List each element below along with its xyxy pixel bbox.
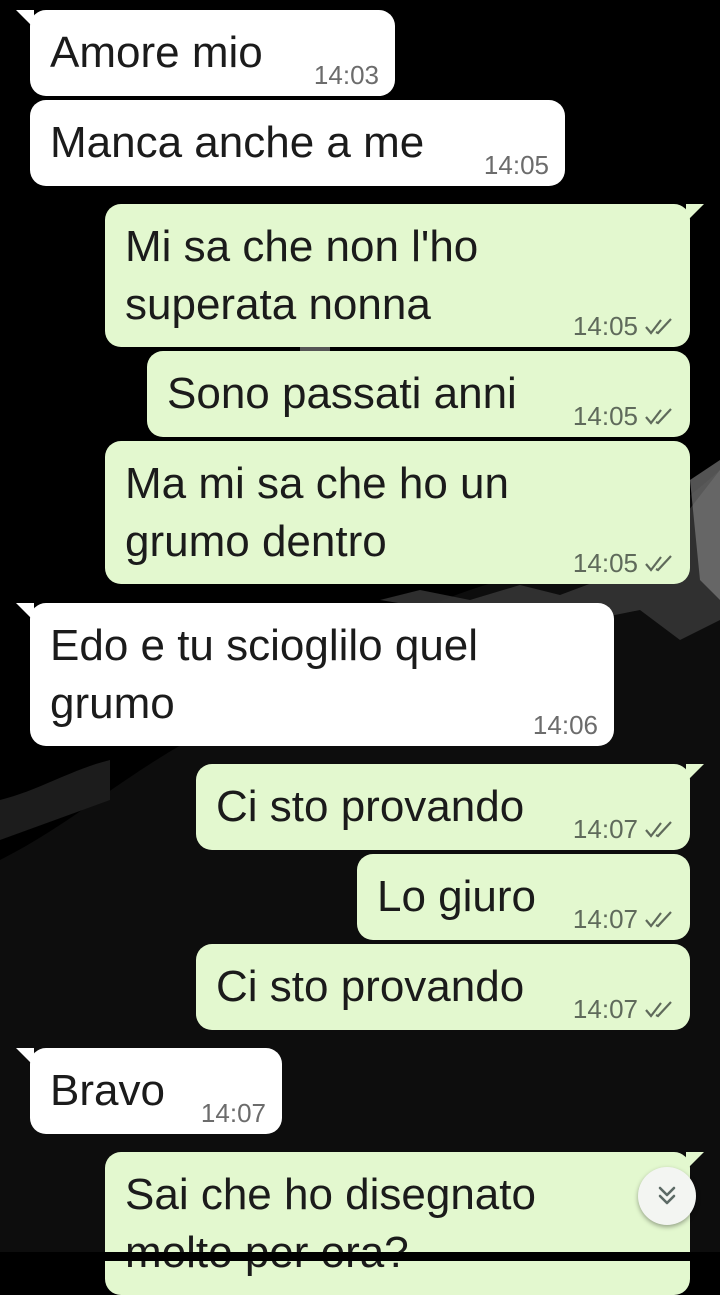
read-ticks-icon	[645, 408, 672, 425]
message-bubble-outgoing[interactable]: Ci sto provando 14:07	[196, 764, 704, 850]
bubble-tail	[16, 1048, 34, 1066]
read-ticks-icon	[645, 318, 672, 335]
message-bubble-incoming[interactable]: Bravo 14:07	[16, 1048, 282, 1134]
message-bubble-outgoing[interactable]: Ma mi sa che ho un grumo dentro 14:05	[105, 441, 690, 584]
message-text: Sai che ho disegnato molto per ora?	[125, 1170, 536, 1277]
bubble-tail	[16, 603, 34, 621]
bubble-tail	[686, 764, 704, 782]
read-ticks-icon	[645, 821, 672, 838]
message-bubble-outgoing[interactable]: Sono passati anni 14:05	[147, 351, 690, 437]
message-time: 14:07	[572, 994, 638, 1024]
message-bubble-incoming[interactable]: Edo e tu scioglilo quel grumo 14:06	[16, 603, 614, 746]
message-time: 14:05	[572, 401, 638, 431]
message-meta: 14:05	[484, 150, 549, 180]
message-meta: 14:05	[573, 311, 674, 341]
message-time: 14:07	[572, 814, 638, 844]
message-bubble-outgoing[interactable]: Ci sto provando 14:07	[196, 944, 690, 1030]
message-time: 14:05	[572, 548, 638, 578]
screen-bottom-edge	[0, 1252, 720, 1261]
scroll-to-bottom-button[interactable]	[638, 1167, 696, 1225]
message-text: Manca anche a me	[50, 118, 425, 167]
message-bubble-incoming[interactable]: Manca anche a me 14:05	[30, 100, 565, 186]
message-bubble-outgoing[interactable]: Mi sa che non l'ho superata nonna 14:05	[105, 204, 704, 347]
bubble-tail	[686, 204, 704, 222]
double-chevron-down-icon	[658, 1186, 676, 1205]
read-ticks-icon	[645, 911, 672, 928]
message-text: Edo e tu scioglilo quel grumo	[50, 621, 479, 728]
message-meta: 14:07	[573, 994, 674, 1024]
message-bubble-outgoing[interactable]: Sai che ho disegnato molto per ora?	[105, 1152, 704, 1295]
read-ticks-icon	[645, 1001, 672, 1018]
message-meta: 14:07	[573, 814, 674, 844]
message-meta: 14:03	[314, 60, 379, 90]
read-ticks-icon	[645, 555, 672, 572]
message-meta: 14:07	[201, 1098, 266, 1128]
message-meta: 14:06	[533, 710, 598, 740]
message-meta: 14:05	[573, 401, 674, 431]
message-bubble-outgoing[interactable]: Lo giuro 14:07	[357, 854, 690, 940]
bubble-tail	[686, 1152, 704, 1170]
message-bubble-incoming[interactable]: Amore mio 14:03	[16, 10, 395, 96]
message-time: 14:03	[313, 60, 379, 90]
message-time: 14:07	[200, 1098, 266, 1128]
bubble-tail	[16, 10, 34, 28]
message-meta: 14:07	[573, 904, 674, 934]
message-time: 14:06	[532, 710, 598, 740]
message-time: 14:05	[483, 150, 549, 180]
message-time: 14:07	[572, 904, 638, 934]
message-meta: 14:05	[573, 548, 674, 578]
message-list[interactable]: Amore mio 14:03 Manca anche a me 14:05 M…	[0, 0, 720, 1295]
message-time: 14:05	[572, 311, 638, 341]
